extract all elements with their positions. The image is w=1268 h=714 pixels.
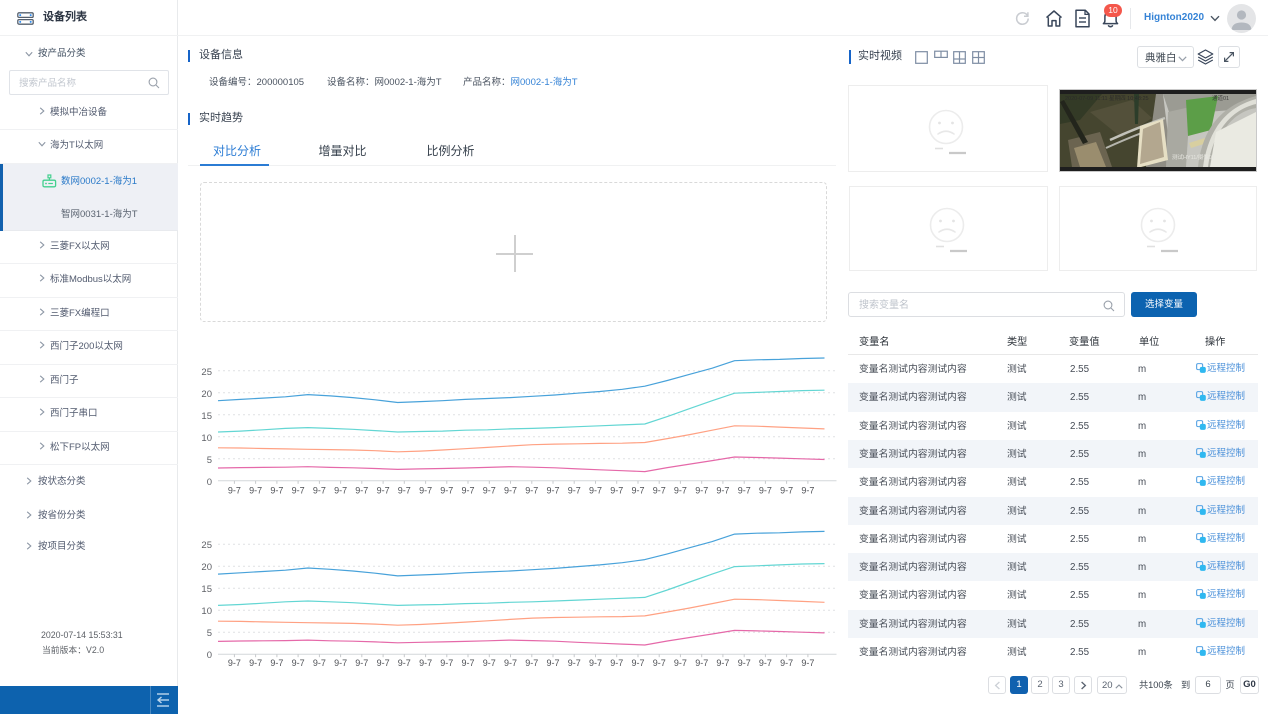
svg-text:测试HY11/摄像01: 测试HY11/摄像01 (1172, 153, 1215, 161)
svg-text:9-7: 9-7 (228, 658, 241, 668)
svg-text:0: 0 (207, 650, 212, 661)
svg-text:9-7: 9-7 (398, 658, 411, 668)
svg-text:25: 25 (201, 540, 212, 551)
svg-text:9-7: 9-7 (801, 486, 814, 496)
svg-text:9-7: 9-7 (483, 486, 496, 496)
svg-text:9-7: 9-7 (695, 658, 708, 668)
svg-text:9-7: 9-7 (398, 486, 411, 496)
svg-text:25: 25 (201, 367, 212, 378)
svg-text:9-7: 9-7 (355, 486, 368, 496)
svg-text:9-7: 9-7 (270, 658, 283, 668)
svg-text:9-7: 9-7 (504, 658, 517, 668)
svg-text:9-7: 9-7 (377, 486, 390, 496)
svg-text:9-7: 9-7 (355, 658, 368, 668)
svg-text:9-7: 9-7 (334, 658, 347, 668)
svg-text:9-7: 9-7 (695, 486, 708, 496)
svg-text:9-7: 9-7 (546, 658, 559, 668)
svg-text:9-7: 9-7 (759, 658, 772, 668)
svg-text:20: 20 (201, 562, 212, 573)
svg-text:9-7: 9-7 (610, 486, 623, 496)
svg-text:9-7: 9-7 (568, 658, 581, 668)
svg-text:9-7: 9-7 (674, 658, 687, 668)
svg-text:9-7: 9-7 (334, 486, 347, 496)
svg-text:9-7: 9-7 (313, 486, 326, 496)
svg-text:9-7: 9-7 (759, 486, 772, 496)
svg-text:9-7: 9-7 (483, 658, 496, 668)
svg-text:9-7: 9-7 (780, 486, 793, 496)
svg-text:0: 0 (207, 477, 212, 488)
svg-text:9-7: 9-7 (461, 486, 474, 496)
svg-text:9-7: 9-7 (440, 486, 453, 496)
svg-text:2020-07-09 11:11 星期四 10:48:25: 2020-07-09 11:11 星期四 10:48:25 (1065, 95, 1149, 102)
svg-text:9-7: 9-7 (738, 486, 751, 496)
svg-text:9-7: 9-7 (228, 486, 241, 496)
svg-text:20: 20 (201, 389, 212, 400)
svg-text:10: 10 (201, 433, 212, 444)
svg-text:9-7: 9-7 (313, 658, 326, 668)
svg-text:9-7: 9-7 (461, 658, 474, 668)
svg-text:9-7: 9-7 (419, 658, 432, 668)
svg-text:9-7: 9-7 (801, 658, 814, 668)
svg-text:9-7: 9-7 (653, 658, 666, 668)
svg-text:9-7: 9-7 (377, 658, 390, 668)
svg-text:9-7: 9-7 (716, 658, 729, 668)
svg-text:9-7: 9-7 (631, 486, 644, 496)
svg-text:9-7: 9-7 (525, 486, 538, 496)
svg-text:9-7: 9-7 (546, 486, 559, 496)
svg-text:9-7: 9-7 (270, 486, 283, 496)
svg-text:9-7: 9-7 (780, 658, 793, 668)
svg-text:9-7: 9-7 (249, 486, 262, 496)
svg-text:15: 15 (201, 411, 212, 422)
svg-text:9-7: 9-7 (419, 486, 432, 496)
svg-text:9-7: 9-7 (674, 486, 687, 496)
svg-text:9-7: 9-7 (249, 658, 262, 668)
svg-text:9-7: 9-7 (292, 486, 305, 496)
svg-text:15: 15 (201, 584, 212, 595)
svg-text:9-7: 9-7 (568, 486, 581, 496)
svg-text:9-7: 9-7 (738, 658, 751, 668)
svg-text:通道01: 通道01 (1212, 94, 1229, 102)
svg-text:9-7: 9-7 (440, 658, 453, 668)
svg-text:5: 5 (207, 455, 212, 466)
svg-text:9-7: 9-7 (610, 658, 623, 668)
svg-text:9-7: 9-7 (653, 486, 666, 496)
svg-text:9-7: 9-7 (589, 486, 602, 496)
svg-text:10: 10 (201, 606, 212, 617)
svg-text:9-7: 9-7 (292, 658, 305, 668)
svg-text:9-7: 9-7 (589, 658, 602, 668)
svg-text:5: 5 (207, 628, 212, 639)
svg-text:9-7: 9-7 (525, 658, 538, 668)
svg-text:9-7: 9-7 (716, 486, 729, 496)
svg-text:9-7: 9-7 (504, 486, 517, 496)
svg-text:9-7: 9-7 (631, 658, 644, 668)
